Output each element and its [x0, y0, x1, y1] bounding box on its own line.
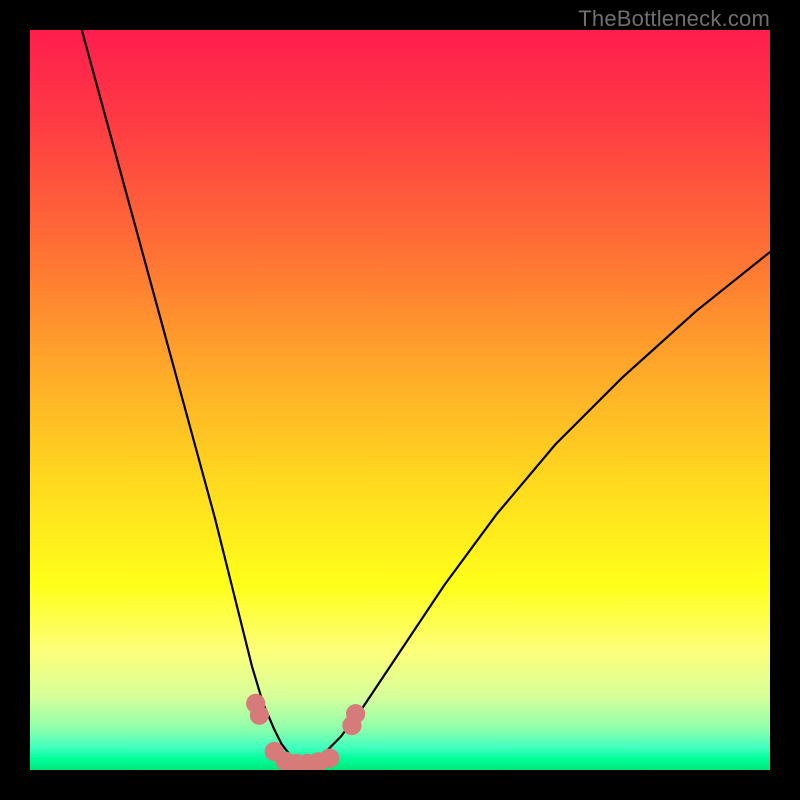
curve-right-curve: [304, 252, 770, 764]
chart-svg: [30, 30, 770, 770]
data-marker: [250, 706, 269, 725]
curve-left-curve: [82, 30, 304, 764]
data-marker: [320, 749, 339, 768]
plot-area: [30, 30, 770, 770]
outer-frame: TheBottleneck.com: [0, 0, 800, 800]
markers-group: [246, 694, 365, 770]
data-marker: [346, 704, 365, 723]
watermark-text: TheBottleneck.com: [578, 6, 770, 32]
series-group: [82, 30, 770, 764]
